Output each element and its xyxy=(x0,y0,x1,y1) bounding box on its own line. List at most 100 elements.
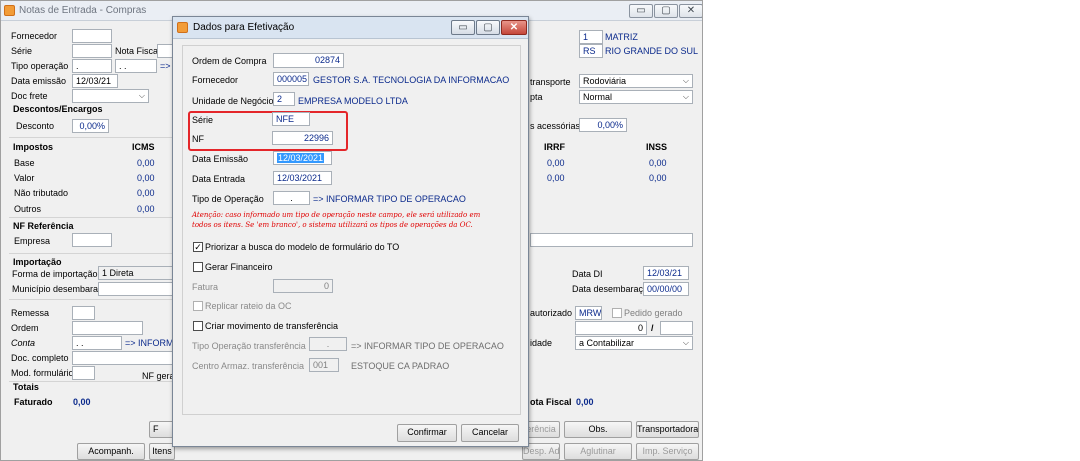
municipio-label: Município desembaraço xyxy=(12,284,108,294)
app-icon xyxy=(4,5,15,16)
counter-field-2[interactable] xyxy=(660,321,693,335)
ordem-compra-field[interactable]: 02874 xyxy=(273,53,344,68)
minimize-icon[interactable]: ▭ xyxy=(451,20,475,35)
desconto-field[interactable]: 0,00% xyxy=(72,119,109,133)
maximize-icon[interactable]: ▢ xyxy=(654,4,678,18)
cancelar-button[interactable]: Cancelar xyxy=(461,424,519,442)
remessa-label: Remessa xyxy=(11,308,50,318)
autorizado-label: autorizado xyxy=(530,308,573,318)
nota-fiscal-label: Nota Fiscal xyxy=(115,46,161,56)
outros-value: 0,00 xyxy=(137,204,155,214)
ordem-field[interactable] xyxy=(72,321,143,335)
matriz-code-field[interactable]: 1 xyxy=(579,30,603,44)
remessa-field[interactable] xyxy=(72,306,95,320)
data-entrada-field[interactable]: 12/03/2021 xyxy=(273,171,332,185)
obs-button[interactable]: Obs. xyxy=(564,421,632,438)
irrf-valor-value: 0,00 xyxy=(547,173,565,183)
confirmar-button[interactable]: Confirmar xyxy=(397,424,457,442)
forma-importacao-field[interactable]: 1 Direta xyxy=(98,266,174,280)
ordem-compra-label: Ordem de Compra xyxy=(192,56,267,66)
transportadora-button[interactable]: Transportadora xyxy=(636,421,699,438)
close-icon[interactable]: ✕ xyxy=(679,4,702,18)
counter-field[interactable]: 0 xyxy=(575,321,647,335)
mod-formulario-field[interactable] xyxy=(72,366,95,380)
divider xyxy=(9,217,174,218)
fornecedor-label: Fornecedor xyxy=(192,75,239,85)
doc-completo-field[interactable] xyxy=(72,351,174,365)
aglutinar-button[interactable]: Aglutinar xyxy=(564,443,632,460)
autorizado-field[interactable]: MRW xyxy=(575,306,602,320)
replicar-label: Replicar rateio da OC xyxy=(205,301,292,311)
unidade-name: EMPRESA MODELO LTDA xyxy=(298,96,408,106)
mod-formulario-label: Mod. formulário xyxy=(11,368,74,378)
nf-field[interactable]: 22996 xyxy=(272,131,333,145)
data-emissao-field[interactable]: 12/03/2021 xyxy=(273,151,332,165)
acompanh-button[interactable]: Acompanh. xyxy=(77,443,145,460)
centro-armaz-code-field[interactable]: 001 xyxy=(309,358,339,372)
serie-label: Série xyxy=(192,115,214,125)
data-emissao-field[interactable]: 12/03/21 xyxy=(72,74,118,88)
pta-select[interactable]: Normal ⌵ xyxy=(579,90,693,104)
empresa-field[interactable] xyxy=(72,233,112,247)
serie-field[interactable] xyxy=(72,44,112,58)
gerar-financeiro-checkbox[interactable] xyxy=(193,262,203,272)
criar-movimento-label: Criar movimento de transferência xyxy=(205,321,339,331)
dados-efetivacao-dialog: Dados para Efetivação ▭ ▢ ✕ Ordem de Com… xyxy=(172,16,529,447)
faturado-value: 0,00 xyxy=(73,397,91,407)
data-di-label: Data DI xyxy=(572,269,603,279)
imp-servico-button[interactable]: Imp. Serviço xyxy=(636,443,699,460)
priorizar-checkbox[interactable]: ✓ xyxy=(193,242,203,252)
base-label: Base xyxy=(14,158,35,168)
icms-valor-value: 0,00 xyxy=(137,173,155,183)
tipo-op-transf-field[interactable]: . xyxy=(309,337,347,351)
warning-line-2: todos os itens. Se 'em branco', o sistem… xyxy=(192,221,473,229)
chevron-down-icon: ⌵ xyxy=(138,91,145,100)
tipo-operacao-field-2[interactable]: . . xyxy=(115,59,157,73)
unidade-code-field[interactable]: 2 xyxy=(273,92,295,106)
replicar-checkbox[interactable] xyxy=(193,301,203,311)
uf-code-field[interactable]: RS xyxy=(579,44,603,58)
forma-importacao-label: Forma de importação xyxy=(12,269,98,279)
inss-base-value: 0,00 xyxy=(649,158,667,168)
nao-tributado-value: 0,00 xyxy=(137,188,155,198)
data-emissao-label: Data emissão xyxy=(11,76,67,86)
municipio-field[interactable] xyxy=(98,282,174,296)
serie-field[interactable]: NFE xyxy=(272,112,310,126)
doc-frete-label: Doc frete xyxy=(11,91,48,101)
contabilizar-select[interactable]: a Contabilizar ⌵ xyxy=(575,336,693,350)
conta-field[interactable]: . . xyxy=(72,336,122,350)
acessorias-field[interactable]: 0,00% xyxy=(579,118,627,132)
centro-armaz-label: Centro Armaz. transferência xyxy=(192,361,305,371)
fatura-field[interactable]: 0 xyxy=(273,279,333,293)
data-di-field[interactable]: 12/03/21 xyxy=(643,266,689,280)
tipo-operacao-arrow: => xyxy=(160,61,171,71)
tipo-operacao-field[interactable]: . xyxy=(72,59,112,73)
maximize-icon[interactable]: ▢ xyxy=(476,20,500,35)
minimize-icon[interactable]: ▭ xyxy=(629,4,653,18)
inss-header: INSS xyxy=(646,142,668,152)
empresa-label: Empresa xyxy=(14,236,51,246)
tipo-op-transf-hint: => INFORMAR TIPO DE OPERACAO xyxy=(351,341,504,351)
fornecedor-field[interactable] xyxy=(72,29,112,43)
nf-referencia-field[interactable] xyxy=(530,233,693,247)
dialog-title: Dados para Efetivação xyxy=(193,22,295,33)
fornecedor-code-field[interactable]: 000005 xyxy=(273,72,309,86)
criar-movimento-checkbox[interactable] xyxy=(193,321,203,331)
pedido-gerado-checkbox[interactable] xyxy=(612,308,622,318)
desconto-label: Desconto xyxy=(16,121,55,131)
tipo-operacao-label: Tipo operação xyxy=(11,61,69,71)
main-window-title: Notas de Entrada - Compras xyxy=(19,5,147,16)
transporte-select[interactable]: Rodoviária ⌵ xyxy=(579,74,693,88)
slash-text: / xyxy=(651,323,654,333)
conta-label: Conta xyxy=(11,338,36,348)
acessorias-label: s acessórias xyxy=(530,121,581,131)
impostos-header: Impostos xyxy=(13,142,54,152)
transporte-label: transporte xyxy=(530,77,571,87)
dialog-titlebar: Dados para Efetivação ▭ ▢ ✕ xyxy=(173,17,528,39)
serie-label: Série xyxy=(11,46,33,56)
close-icon[interactable]: ✕ xyxy=(501,20,527,35)
tipo-operacao-field[interactable]: . xyxy=(273,191,310,205)
data-desembaraco-field[interactable]: 00/00/00 xyxy=(643,282,689,296)
chevron-down-icon: ⌵ xyxy=(682,92,689,101)
doc-frete-select[interactable]: ⌵ xyxy=(72,89,149,103)
